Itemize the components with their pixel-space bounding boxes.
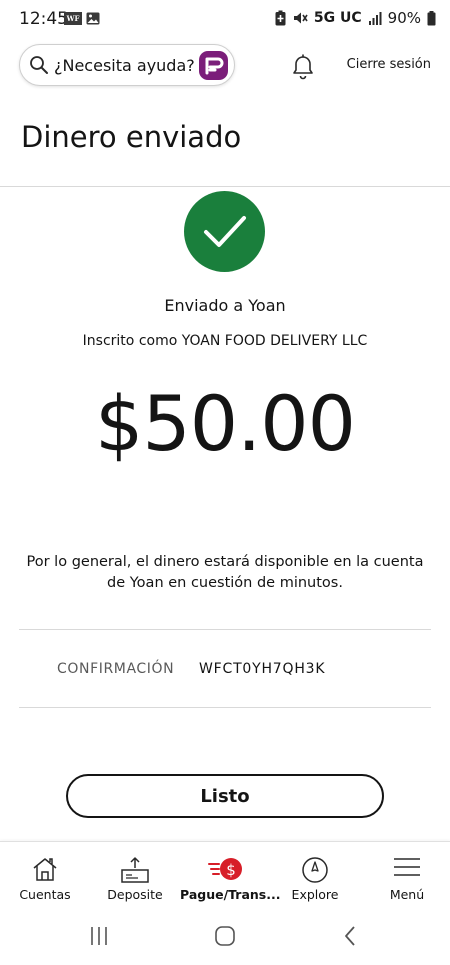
mute-icon xyxy=(293,12,308,24)
battery-icon xyxy=(427,10,436,25)
image-icon xyxy=(86,12,100,25)
wells-fargo-badge-icon: WF xyxy=(64,12,82,25)
svg-text:$: $ xyxy=(226,861,236,879)
transfer-amount: $50.00 xyxy=(95,379,356,468)
bell-icon[interactable] xyxy=(290,52,316,80)
confirmation-label: CONFIRMACIÓN xyxy=(57,661,175,677)
nav-item-menu[interactable]: Menú xyxy=(362,842,450,910)
status-time: 12:45 xyxy=(19,9,68,29)
search-placeholder: ¿Necesita ayuda? xyxy=(54,56,195,75)
checkmark-icon xyxy=(204,216,246,247)
nav-label: Explore xyxy=(291,887,339,902)
divider xyxy=(19,629,431,630)
battery-saver-icon xyxy=(275,10,286,26)
sent-to-text: Enviado a Yoan xyxy=(164,296,286,315)
status-bar: 12:45 WF 5G UC 90% xyxy=(0,0,450,38)
page-title: Dinero enviado xyxy=(21,120,242,154)
status-right-group: 5G UC 90% xyxy=(275,9,436,27)
nav-item-explore[interactable]: Explore xyxy=(270,842,360,910)
nav-label: Cuentas xyxy=(19,887,71,902)
divider xyxy=(0,186,450,187)
deposit-icon xyxy=(121,857,149,883)
app-header: ¿Necesita ayuda? Cierre sesión xyxy=(0,44,450,88)
nav-label: Menú xyxy=(389,887,425,902)
help-search-bar[interactable]: ¿Necesita ayuda? xyxy=(19,44,235,86)
divider xyxy=(19,707,431,708)
nav-label: Pague/Trans... xyxy=(180,887,281,902)
confirmation-number: WFCT0YH7QH3K xyxy=(199,661,326,677)
search-icon xyxy=(30,56,48,74)
nav-label: Deposite xyxy=(107,887,163,902)
nav-item-pague-transfiera[interactable]: $ Pague/Trans... xyxy=(180,842,281,910)
bottom-nav: Cuentas Deposite $ Pague/Trans... Explor… xyxy=(0,841,450,909)
back-button-icon[interactable] xyxy=(343,925,357,947)
compass-icon xyxy=(302,857,328,883)
system-nav-bar xyxy=(0,909,450,965)
hamburger-menu-icon xyxy=(394,858,420,876)
nav-item-cuentas[interactable]: Cuentas xyxy=(0,842,90,910)
nav-item-deposite[interactable]: Deposite xyxy=(90,842,180,910)
recent-apps-icon[interactable] xyxy=(89,925,109,947)
availability-message: Por lo general, el dinero estará disponi… xyxy=(26,554,424,591)
signout-link[interactable]: Cierre sesión xyxy=(347,57,431,72)
done-button[interactable]: Listo xyxy=(66,774,384,818)
pay-transfer-icon: $ xyxy=(208,858,242,880)
fargo-assistant-icon[interactable] xyxy=(199,51,228,80)
network-label: 5G UC xyxy=(313,10,362,26)
battery-percent: 90% xyxy=(387,9,421,27)
enrolled-as-text: Inscrito como YOAN FOOD DELIVERY LLC xyxy=(82,333,368,349)
house-icon xyxy=(33,858,57,881)
success-check-badge xyxy=(184,191,265,272)
home-button-icon[interactable] xyxy=(214,925,236,947)
signal-icon xyxy=(368,12,382,25)
